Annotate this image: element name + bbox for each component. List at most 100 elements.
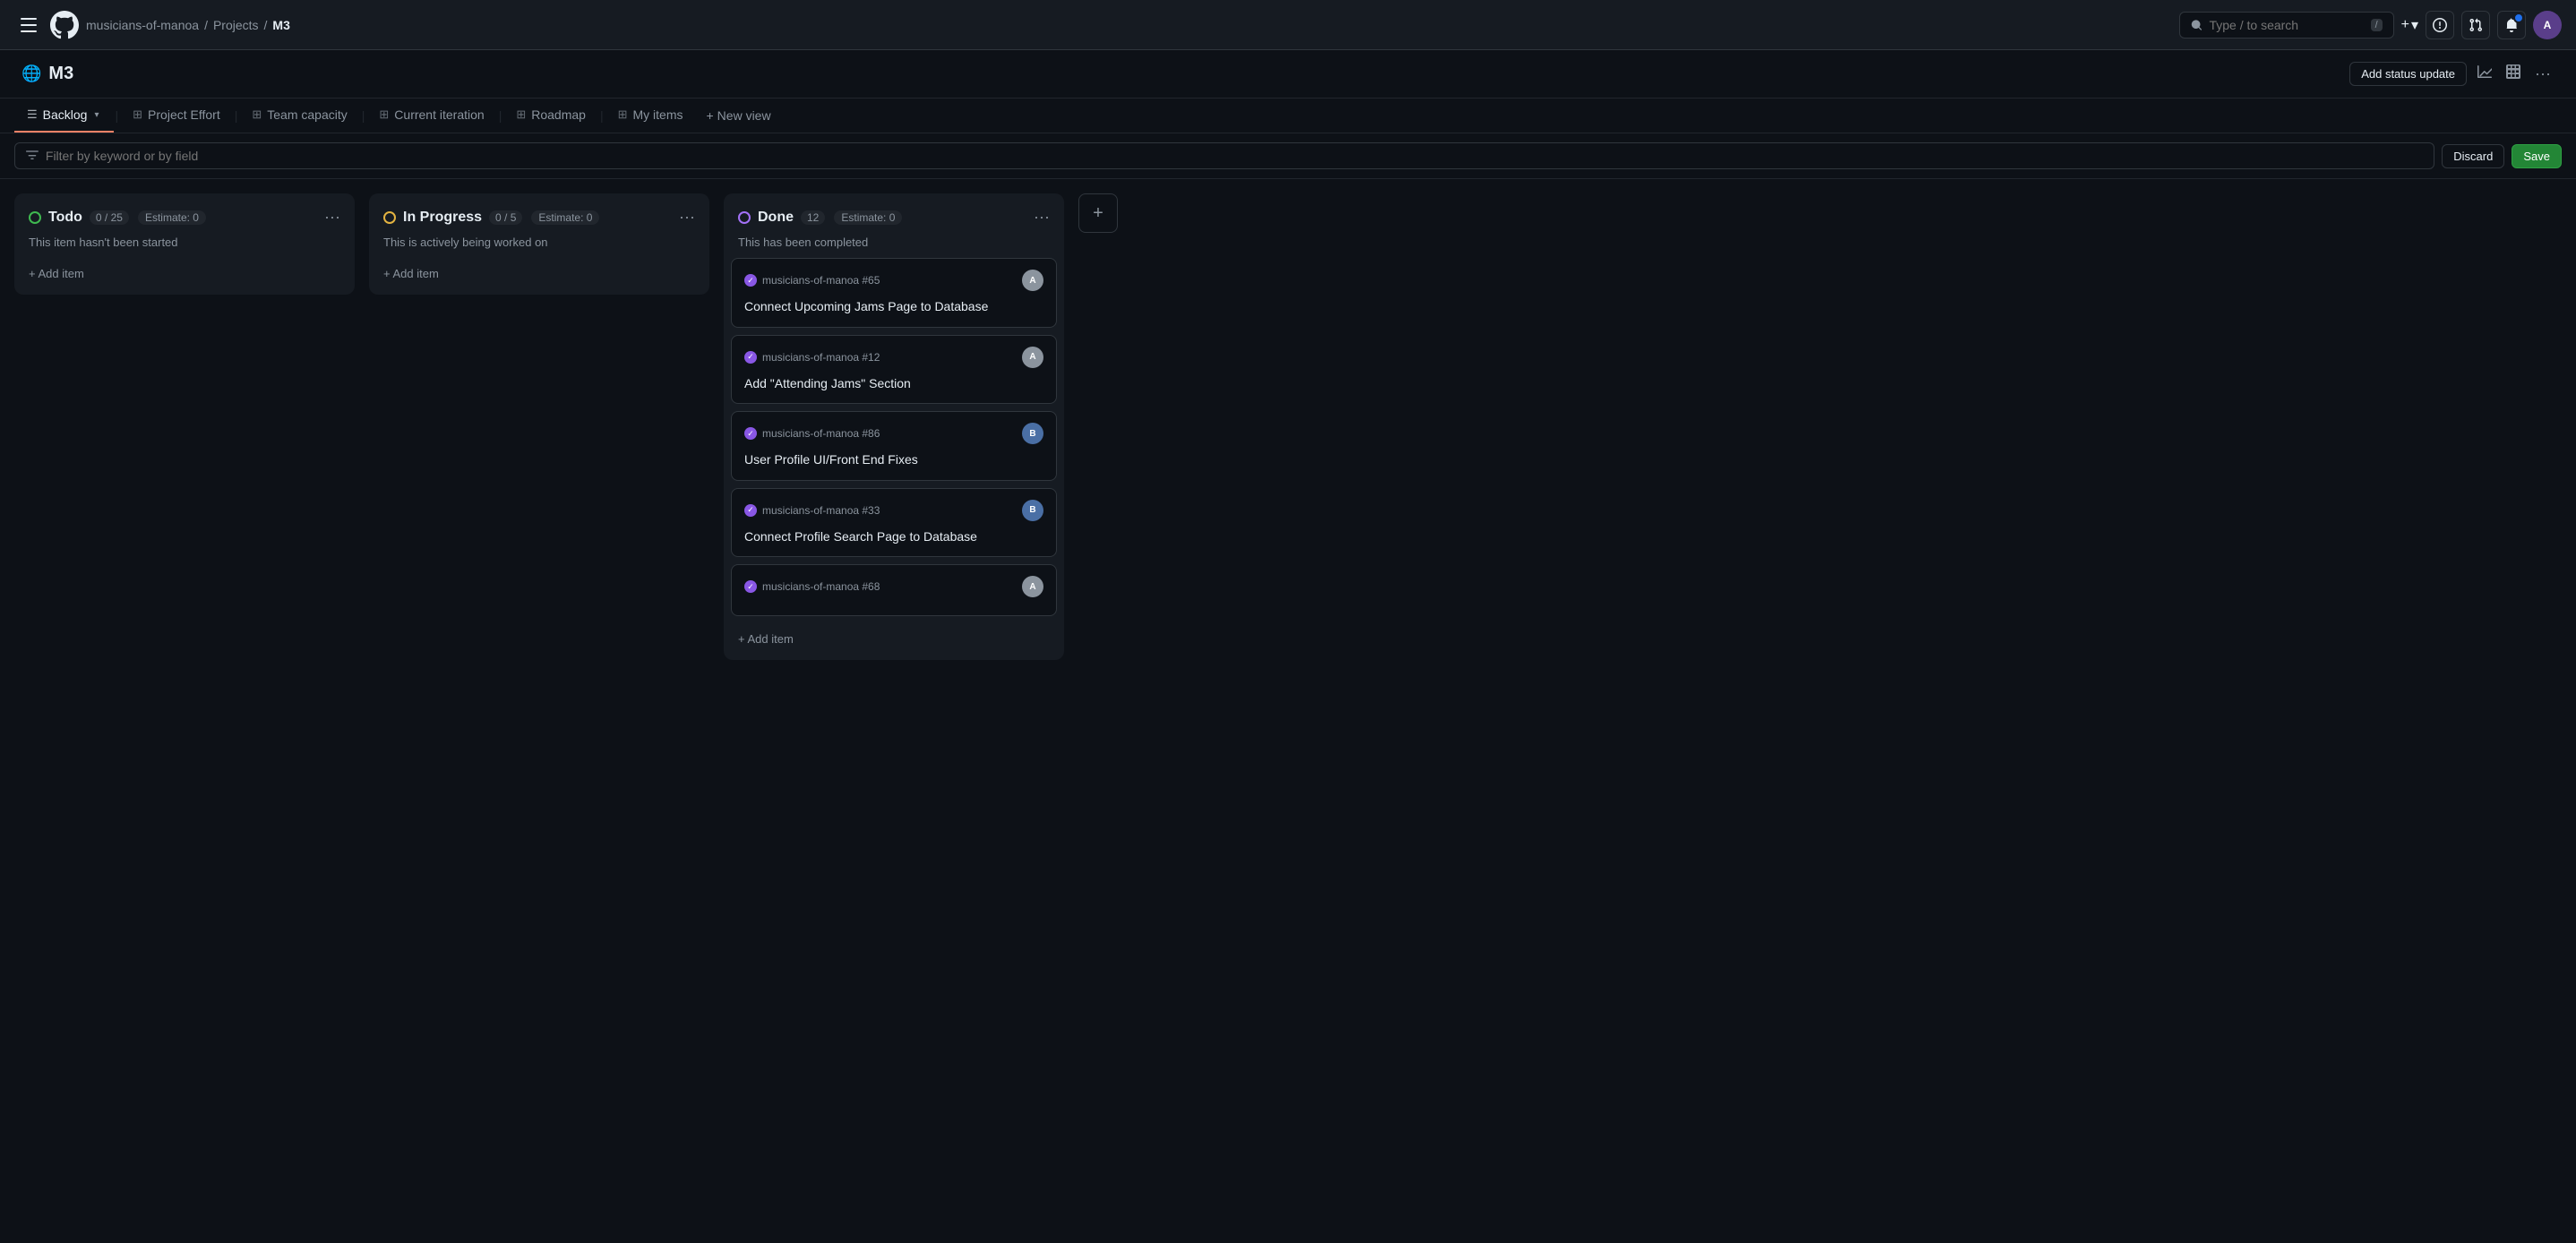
breadcrumb-org[interactable]: musicians-of-manoa <box>86 18 199 32</box>
new-view-label: New view <box>717 108 771 123</box>
project-effort-label: Project Effort <box>148 107 220 122</box>
col-desc-done: This has been completed <box>724 236 1064 258</box>
card-repo-label: musicians-of-manoa #86 <box>762 427 880 440</box>
card-repo: ✓ musicians-of-manoa #33 <box>744 504 880 517</box>
card-repo-label: musicians-of-manoa #12 <box>762 351 880 364</box>
tab-current-iteration[interactable]: ⊞ Current iteration <box>366 99 496 133</box>
new-view-plus-icon: + <box>706 108 713 123</box>
card-avatar: A <box>1022 576 1043 597</box>
col-more-button-in-progress[interactable]: ··· <box>679 208 695 227</box>
card-repo-label: musicians-of-manoa #65 <box>762 274 880 287</box>
issues-icon <box>2433 18 2447 32</box>
github-logo <box>50 11 79 39</box>
check-circle-icon: ✓ <box>744 351 757 364</box>
chart-view-btn[interactable] <box>2474 61 2495 87</box>
search-bar[interactable]: / <box>2179 12 2394 39</box>
team-capacity-icon: ⊞ <box>252 107 262 122</box>
breadcrumb-current: M3 <box>272 18 289 32</box>
avatar[interactable]: A <box>2533 11 2562 39</box>
card-meta: ✓ musicians-of-manoa #65 A <box>744 270 1043 291</box>
card-title: Connect Upcoming Jams Page to Database <box>744 298 1043 316</box>
col-footer-todo: + Add item <box>14 258 355 295</box>
status-dot-todo <box>29 211 41 224</box>
tab-roadmap[interactable]: ⊞ Roadmap <box>503 99 598 133</box>
card-card-86[interactable]: ✓ musicians-of-manoa #86 B User Profile … <box>731 411 1057 481</box>
card-card-33[interactable]: ✓ musicians-of-manoa #33 B Connect Profi… <box>731 488 1057 558</box>
tab-team-capacity[interactable]: ⊞ Team capacity <box>239 99 359 133</box>
col-estimate-done: Estimate: 0 <box>834 210 902 225</box>
notifications-btn[interactable] <box>2497 11 2526 39</box>
col-desc-in-progress: This is actively being worked on <box>369 236 709 258</box>
tab-project-effort[interactable]: ⊞ Project Effort <box>120 99 233 133</box>
globe-icon: 🌐 <box>21 64 41 83</box>
card-card-12[interactable]: ✓ musicians-of-manoa #12 A Add "Attendin… <box>731 335 1057 405</box>
new-view-button[interactable]: + New view <box>695 99 781 132</box>
col-footer-done: + Add item <box>724 623 1064 660</box>
tab-separator-1: | <box>116 108 119 123</box>
nav-left: musicians-of-manoa / Projects / M3 <box>14 11 2172 39</box>
add-status-update-button[interactable]: Add status update <box>2349 62 2467 86</box>
my-items-icon: ⊞ <box>618 107 628 122</box>
add-item-button-done[interactable]: + Add item <box>738 632 794 646</box>
col-more-button-done[interactable]: ··· <box>1034 208 1050 227</box>
backlog-tab-dropdown[interactable]: ▾ <box>92 108 100 122</box>
add-item-button-in-progress[interactable]: + Add item <box>383 267 439 280</box>
card-repo: ✓ musicians-of-manoa #86 <box>744 427 880 440</box>
card-card-68[interactable]: ✓ musicians-of-manoa #68 A <box>731 564 1057 616</box>
backlog-tab-label: Backlog <box>43 107 88 122</box>
hamburger-icon[interactable] <box>14 11 43 39</box>
project-name: M3 <box>48 64 73 84</box>
create-button[interactable]: + ▾ <box>2401 16 2418 34</box>
discard-button[interactable]: Discard <box>2442 144 2504 168</box>
card-repo: ✓ musicians-of-manoa #12 <box>744 351 880 364</box>
tab-backlog[interactable]: ☰ Backlog ▾ <box>14 99 114 133</box>
status-dot-in-progress <box>383 211 396 224</box>
current-iteration-label: Current iteration <box>394 107 484 122</box>
tab-separator-2: | <box>235 108 238 123</box>
column-done: Done 12 Estimate: 0 ··· This has been co… <box>724 193 1064 660</box>
filter-input[interactable] <box>46 149 2423 163</box>
breadcrumb-sep-2: / <box>264 18 268 32</box>
kanban-board: Todo 0 / 25 Estimate: 0 ··· This item ha… <box>0 179 2576 1238</box>
top-navigation: musicians-of-manoa / Projects / M3 / + ▾ <box>0 0 2576 50</box>
my-items-label: My items <box>632 107 683 122</box>
column-todo: Todo 0 / 25 Estimate: 0 ··· This item ha… <box>14 193 355 295</box>
save-button[interactable]: Save <box>2512 144 2562 168</box>
card-card-65[interactable]: ✓ musicians-of-manoa #65 A Connect Upcom… <box>731 258 1057 328</box>
filter-input-wrap[interactable] <box>14 142 2434 169</box>
notifications-wrapper <box>2497 11 2526 39</box>
column-header-done: Done 12 Estimate: 0 ··· <box>724 193 1064 236</box>
col-desc-todo: This item hasn't been started <box>14 236 355 258</box>
table-view-btn[interactable] <box>2503 61 2524 87</box>
col-title-done: Done <box>758 210 794 226</box>
col-count-in-progress: 0 / 5 <box>489 210 522 225</box>
current-iteration-icon: ⊞ <box>379 107 389 122</box>
project-title: 🌐 M3 <box>21 64 73 84</box>
card-repo-label: musicians-of-manoa #33 <box>762 504 880 517</box>
column-in-progress: In Progress 0 / 5 Estimate: 0 ··· This i… <box>369 193 709 295</box>
card-meta: ✓ musicians-of-manoa #68 A <box>744 576 1043 597</box>
pull-requests-icon-btn[interactable] <box>2461 11 2490 39</box>
column-header-in-progress: In Progress 0 / 5 Estimate: 0 ··· <box>369 193 709 236</box>
col-count-done: 12 <box>801 210 825 225</box>
issues-icon-btn[interactable] <box>2426 11 2454 39</box>
card-avatar: B <box>1022 423 1043 444</box>
breadcrumb-projects[interactable]: Projects <box>213 18 259 32</box>
tab-my-items[interactable]: ⊞ My items <box>605 99 696 133</box>
bell-icon <box>2504 18 2519 32</box>
filter-icon <box>26 150 39 162</box>
tabs-bar: ☰ Backlog ▾ | ⊞ Project Effort | ⊞ Team … <box>0 99 2576 133</box>
add-item-button-todo[interactable]: + Add item <box>29 267 84 280</box>
filter-bar: Discard Save <box>0 133 2576 179</box>
add-column-button[interactable]: + <box>1078 193 1118 233</box>
roadmap-label: Roadmap <box>531 107 586 122</box>
card-repo: ✓ musicians-of-manoa #68 <box>744 580 880 593</box>
tab-separator-3: | <box>362 108 365 123</box>
project-header: 🌐 M3 Add status update ··· <box>0 50 2576 99</box>
more-options-btn[interactable]: ··· <box>2531 61 2555 87</box>
project-effort-icon: ⊞ <box>133 107 142 122</box>
col-title-in-progress: In Progress <box>403 210 482 226</box>
search-input[interactable] <box>2209 18 2363 32</box>
col-more-button-todo[interactable]: ··· <box>324 208 340 227</box>
nav-right: / + ▾ A <box>2179 11 2562 39</box>
